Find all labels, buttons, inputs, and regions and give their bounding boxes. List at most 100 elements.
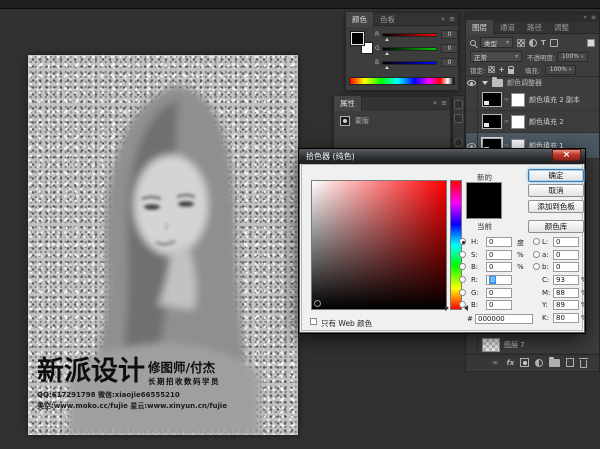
- tab-color[interactable]: 颜色: [346, 12, 374, 27]
- red-value[interactable]: 0: [441, 30, 458, 39]
- filter-shape-layers-icon[interactable]: [550, 39, 558, 47]
- hue-value: 0: [489, 238, 493, 246]
- group-expand-arrow-icon[interactable]: [482, 81, 488, 85]
- transparent-layer-thumbnail[interactable]: [482, 338, 500, 352]
- lab-a-input[interactable]: 0: [553, 250, 579, 260]
- collapsed-panel-icon[interactable]: [454, 100, 463, 109]
- foreground-background-swatches[interactable]: [351, 32, 373, 54]
- filter-adjustment-layers-icon[interactable]: [529, 39, 537, 47]
- blue-value[interactable]: 0: [441, 58, 458, 67]
- magenta-input[interactable]: 88: [553, 288, 579, 298]
- red-radio[interactable]: [459, 276, 466, 283]
- group-name[interactable]: 颜色调整器: [507, 78, 542, 88]
- saturation-value: 0: [489, 251, 493, 259]
- fill-label: 填充:: [525, 65, 540, 75]
- brightness-input[interactable]: 0: [486, 262, 512, 272]
- collapse-panel-icon[interactable]: [441, 15, 445, 23]
- dialog-titlebar[interactable]: 拾色器 (纯色): [299, 149, 585, 164]
- delete-layer-icon[interactable]: [580, 360, 587, 368]
- ok-button[interactable]: 确定: [528, 169, 584, 182]
- tab-adjustments[interactable]: 调整: [548, 20, 575, 35]
- fill-layer-thumbnail[interactable]: [482, 92, 502, 107]
- filter-kind-select[interactable]: 类型: [480, 37, 513, 48]
- tab-channels[interactable]: 通道: [494, 20, 521, 35]
- new-adjustment-layer-icon[interactable]: [535, 359, 543, 367]
- red-slider[interactable]: [382, 33, 437, 37]
- lab-b-radio[interactable]: [533, 263, 540, 270]
- blue-input[interactable]: 0: [486, 300, 512, 310]
- blue-slider[interactable]: [382, 61, 437, 65]
- green-radio[interactable]: [459, 289, 466, 296]
- color-spectrum-ramp[interactable]: [349, 77, 455, 85]
- add-to-swatches-button[interactable]: 添加到色板: [528, 200, 584, 213]
- tab-paths[interactable]: 路径: [521, 20, 548, 35]
- lab-b-input[interactable]: 0: [553, 262, 579, 272]
- saturation-input[interactable]: 0: [486, 250, 512, 260]
- layer-mask-thumbnail[interactable]: [511, 93, 525, 107]
- new-group-icon[interactable]: [549, 359, 560, 367]
- color-libraries-button[interactable]: 颜色库: [528, 220, 584, 233]
- lab-a-radio[interactable]: [533, 251, 540, 258]
- visibility-well[interactable]: [466, 111, 478, 132]
- add-layer-mask-icon[interactable]: [520, 358, 529, 367]
- fill-layer-thumbnail[interactable]: [482, 114, 502, 129]
- saturation-radio[interactable]: [459, 251, 466, 258]
- hue-slider-arrow-left[interactable]: [445, 305, 449, 311]
- black-input[interactable]: 80: [553, 313, 579, 323]
- green-input[interactable]: 0: [486, 288, 512, 298]
- green-value[interactable]: 0: [441, 44, 458, 53]
- eye-icon[interactable]: [467, 80, 476, 86]
- black-label: K:: [542, 314, 549, 322]
- fill-value[interactable]: 100%: [545, 65, 576, 75]
- foreground-color-swatch[interactable]: [351, 32, 364, 45]
- panel-menu-icon[interactable]: [449, 15, 455, 23]
- layer-style-fx-icon[interactable]: fx: [507, 359, 515, 367]
- layer-row[interactable]: 图层 7: [466, 336, 599, 354]
- tab-properties[interactable]: 属性: [334, 96, 362, 111]
- saturation-brightness-field[interactable]: [311, 180, 447, 310]
- color-field-cursor[interactable]: [314, 300, 321, 307]
- hex-input[interactable]: 000000: [475, 314, 533, 324]
- collapse-panel-icon[interactable]: [433, 99, 437, 107]
- hue-radio[interactable]: [459, 238, 466, 245]
- lock-all-icon[interactable]: [508, 69, 514, 74]
- cyan-input[interactable]: 93: [553, 275, 579, 285]
- collapse-dock-icon[interactable]: [583, 14, 587, 21]
- cancel-button[interactable]: 取消: [528, 184, 584, 197]
- yellow-input[interactable]: 89: [553, 300, 579, 310]
- layer-row[interactable]: 颜色填充 2 副本: [466, 89, 599, 111]
- new-layer-icon[interactable]: [566, 358, 574, 367]
- filter-type-layers-icon[interactable]: T: [541, 39, 546, 47]
- hue-input[interactable]: 0: [486, 237, 512, 247]
- blue-radio[interactable]: [459, 301, 466, 308]
- visibility-well[interactable]: [466, 89, 478, 110]
- filter-pixel-layers-icon[interactable]: [517, 39, 525, 47]
- layer-name[interactable]: 颜色填充 2 副本: [529, 95, 580, 105]
- visibility-well[interactable]: [466, 336, 478, 353]
- red-input[interactable]: 0: [486, 275, 512, 285]
- layer-row[interactable]: 颜色填充 2: [466, 111, 599, 133]
- lab-l-input[interactable]: 0: [553, 237, 579, 247]
- layer-name[interactable]: 图层 7: [504, 340, 525, 350]
- lock-label: 锁定:: [470, 65, 485, 75]
- close-button[interactable]: ×: [552, 149, 581, 161]
- blend-mode-select[interactable]: 正常: [470, 51, 522, 62]
- panel-menu-icon[interactable]: [591, 14, 596, 21]
- green-slider[interactable]: [382, 47, 437, 51]
- collapsed-panel-icon[interactable]: [454, 138, 463, 147]
- opacity-value[interactable]: 100%: [557, 52, 588, 62]
- lock-position-icon[interactable]: +: [498, 66, 505, 74]
- web-colors-only-checkbox[interactable]: [310, 318, 317, 325]
- collapsed-panel-icon[interactable]: [454, 114, 463, 123]
- lab-l-radio[interactable]: [533, 238, 540, 245]
- brightness-radio[interactable]: [459, 263, 466, 270]
- panel-menu-icon[interactable]: [441, 99, 447, 107]
- layer-mask-thumbnail[interactable]: [511, 115, 525, 129]
- filter-toggle-icon[interactable]: [587, 39, 595, 47]
- link-layers-icon[interactable]: [492, 358, 499, 367]
- tab-swatches[interactable]: 色板: [374, 12, 401, 27]
- lock-transparent-pixels-icon[interactable]: [488, 66, 495, 73]
- yellow-label: Y:: [542, 301, 548, 309]
- layer-name[interactable]: 颜色填充 2: [529, 117, 564, 127]
- tab-layers[interactable]: 图层: [466, 20, 494, 35]
